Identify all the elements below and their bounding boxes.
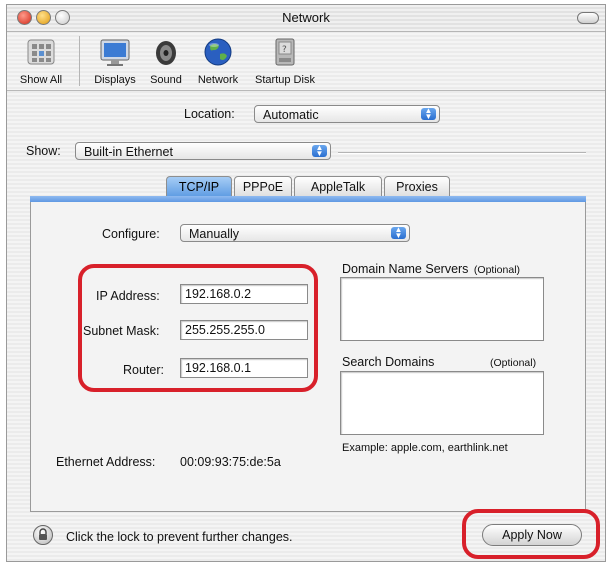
example-text: Example: apple.com, earthlink.net — [342, 442, 508, 454]
ethernet-address-value: 00:09:93:75:de:5a — [180, 455, 281, 469]
search-domains-optional: (Optional) — [490, 357, 537, 369]
dns-label: Domain Name Servers (Optional) — [342, 262, 520, 276]
lock-icon[interactable] — [33, 525, 53, 545]
configure-label: Configure: — [102, 227, 160, 241]
panel-accent — [30, 196, 586, 202]
tab-tcpip[interactable]: TCP/IP — [166, 176, 232, 197]
search-domains-field[interactable] — [340, 371, 544, 435]
padlock-icon — [39, 528, 47, 540]
toolbar-show-all[interactable]: Show All — [13, 36, 69, 86]
show-popup[interactable]: Built-in Ethernet ▲ ▼ — [75, 142, 331, 160]
toolbar-label: Sound — [150, 74, 182, 86]
display-icon — [100, 39, 130, 66]
ethernet-address-label: Ethernet Address: — [56, 455, 156, 469]
popup-arrows-icon: ▲ ▼ — [421, 107, 436, 121]
show-label: Show: — [26, 144, 61, 158]
configure-value: Manually — [189, 227, 240, 241]
toolbar-startup-disk[interactable]: ? Startup Disk — [249, 36, 321, 86]
configure-popup[interactable]: Manually ▲ ▼ — [180, 224, 410, 242]
speaker-icon — [156, 41, 176, 65]
lock-text: Click the lock to prevent further change… — [66, 530, 293, 544]
toolbar-divider — [79, 36, 80, 86]
dns-title: Domain Name Servers — [342, 262, 469, 276]
search-domains-label: Search Domains — [342, 355, 435, 369]
popup-arrows-icon: ▲ ▼ — [391, 226, 406, 240]
toolbar-network[interactable]: Network — [191, 36, 245, 86]
toolbar-label: Displays — [94, 74, 136, 86]
location-popup[interactable]: Automatic ▲ ▼ — [254, 105, 440, 123]
tab-pppoe[interactable]: PPPoE — [234, 176, 292, 197]
toolbar-label: Startup Disk — [255, 74, 315, 86]
toolbar-toggle-button[interactable] — [577, 12, 599, 24]
separator — [338, 152, 586, 154]
toolbar-label: Show All — [19, 74, 63, 86]
dns-servers-field[interactable] — [340, 277, 544, 341]
highlight-box — [78, 264, 318, 392]
apply-highlight-box — [462, 509, 600, 559]
location-value: Automatic — [263, 108, 319, 122]
apple-grid-icon — [27, 39, 55, 65]
toolbar: Show All Displays Sound Network ? Startu… — [7, 32, 605, 91]
globe-icon — [204, 38, 232, 66]
title-bar[interactable]: Network — [7, 5, 605, 32]
popup-arrows-icon: ▲ ▼ — [312, 144, 327, 158]
location-label: Location: — [184, 107, 235, 121]
tab-proxies[interactable]: Proxies — [384, 176, 450, 197]
dns-optional: (Optional) — [473, 264, 521, 276]
toolbar-sound[interactable]: Sound — [143, 36, 189, 86]
svg-text:?: ? — [282, 45, 287, 55]
tab-appletalk[interactable]: AppleTalk — [294, 176, 382, 197]
show-value: Built-in Ethernet — [84, 145, 173, 159]
toolbar-displays[interactable]: Displays — [89, 36, 141, 86]
toolbar-label: Network — [197, 74, 239, 86]
disk-icon: ? — [275, 38, 295, 66]
window-title: Network — [282, 10, 330, 25]
